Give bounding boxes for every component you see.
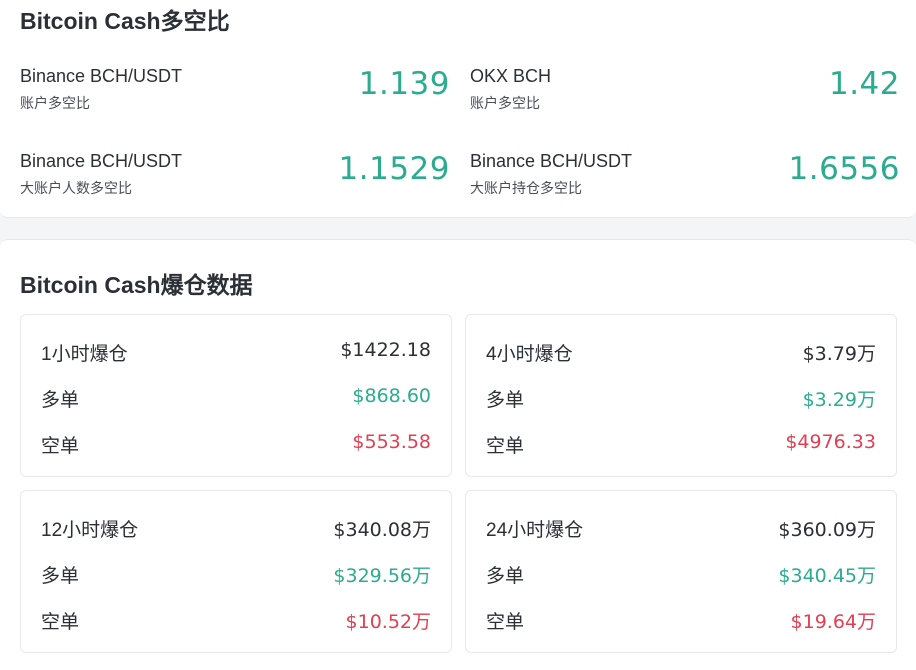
short-label: 空单 (41, 436, 80, 457)
section-title-liquidation: Bitcoin Cash爆仓数据 (20, 272, 253, 298)
long-value: $329.56万 (333, 565, 431, 587)
liquidation-box-1h[interactable]: 1小时爆仓 $1422.18 多单 $868.60 空单 $553.58 (20, 314, 452, 477)
ratio-item-okx-account[interactable]: OKX BCH 账户多空比 1.42 (470, 66, 900, 126)
ratio-value: 1.42 (828, 66, 900, 102)
liquidation-box-24h[interactable]: 24小时爆仓 $360.09万 多单 $340.45万 空单 $19.64万 (465, 490, 897, 653)
ratio-type-label: 大账户人数多空比 (20, 180, 132, 196)
ratio-type-label: 大账户持仓多空比 (470, 180, 582, 196)
liquidation-period-label: 4小时爆仓 (486, 344, 573, 365)
liquidation-long-row: 多单 $329.56万 (41, 561, 431, 591)
liquidation-data-card: Bitcoin Cash爆仓数据 1小时爆仓 $1422.18 多单 $868.… (0, 239, 916, 670)
short-label: 空单 (486, 612, 525, 633)
liquidation-total-row: 1小时爆仓 $1422.18 (41, 339, 431, 369)
long-label: 多单 (486, 390, 525, 411)
liquidation-box-4h[interactable]: 4小时爆仓 $3.79万 多单 $3.29万 空单 $4976.33 (465, 314, 897, 477)
liquidation-total-value: $360.09万 (778, 519, 876, 541)
short-label: 空单 (486, 436, 525, 457)
long-label: 多单 (41, 566, 80, 587)
liquidation-short-row: 空单 $4976.33 (486, 431, 876, 461)
ratio-type-label: 账户多空比 (470, 95, 540, 111)
liquidation-long-row: 多单 $3.29万 (486, 385, 876, 415)
long-value: $340.45万 (778, 565, 876, 587)
liquidation-total-value: $340.08万 (333, 519, 431, 541)
ratio-exchange-pair: Binance BCH/USDT (20, 151, 183, 171)
liquidation-total-value: $1422.18 (340, 339, 431, 361)
liquidation-total-value: $3.79万 (802, 343, 876, 365)
liquidation-total-row: 4小时爆仓 $3.79万 (486, 339, 876, 369)
long-value: $3.29万 (802, 389, 876, 411)
liquidation-period-label: 1小时爆仓 (41, 344, 128, 365)
liquidation-long-row: 多单 $340.45万 (486, 561, 876, 591)
short-value: $553.58 (352, 431, 431, 453)
ratio-item-binance-top-positions[interactable]: Binance BCH/USDT 大账户持仓多空比 1.6556 (470, 151, 900, 211)
long-short-ratio-card: Bitcoin Cash多空比 Binance BCH/USDT 账户多空比 1… (0, 0, 916, 218)
long-label: 多单 (41, 390, 80, 411)
ratio-item-binance-top-accounts[interactable]: Binance BCH/USDT 大账户人数多空比 1.1529 (20, 151, 450, 211)
liquidation-short-row: 空单 $19.64万 (486, 607, 876, 637)
ratio-exchange-pair: Binance BCH/USDT (20, 66, 183, 86)
short-value: $19.64万 (790, 611, 876, 633)
short-value: $4976.33 (785, 431, 876, 453)
liquidation-box-12h[interactable]: 12小时爆仓 $340.08万 多单 $329.56万 空单 $10.52万 (20, 490, 452, 653)
liquidation-total-row: 24小时爆仓 $360.09万 (486, 515, 876, 545)
ratio-item-binance-account[interactable]: Binance BCH/USDT 账户多空比 1.139 (20, 66, 450, 126)
liquidation-short-row: 空单 $10.52万 (41, 607, 431, 637)
liquidation-long-row: 多单 $868.60 (41, 385, 431, 415)
ratio-value: 1.6556 (788, 151, 900, 187)
liquidation-total-row: 12小时爆仓 $340.08万 (41, 515, 431, 545)
ratio-type-label: 账户多空比 (20, 95, 90, 111)
liquidation-period-label: 24小时爆仓 (486, 520, 584, 541)
long-value: $868.60 (352, 385, 431, 407)
ratio-value: 1.139 (358, 66, 450, 102)
liquidation-short-row: 空单 $553.58 (41, 431, 431, 461)
long-label: 多单 (486, 566, 525, 587)
ratio-value: 1.1529 (338, 151, 450, 187)
ratio-exchange-pair: OKX BCH (470, 66, 552, 86)
short-label: 空单 (41, 612, 80, 633)
section-title-long-short-ratio: Bitcoin Cash多空比 (20, 8, 230, 34)
short-value: $10.52万 (345, 611, 431, 633)
ratio-exchange-pair: Binance BCH/USDT (470, 151, 633, 171)
liquidation-period-label: 12小时爆仓 (41, 520, 139, 541)
